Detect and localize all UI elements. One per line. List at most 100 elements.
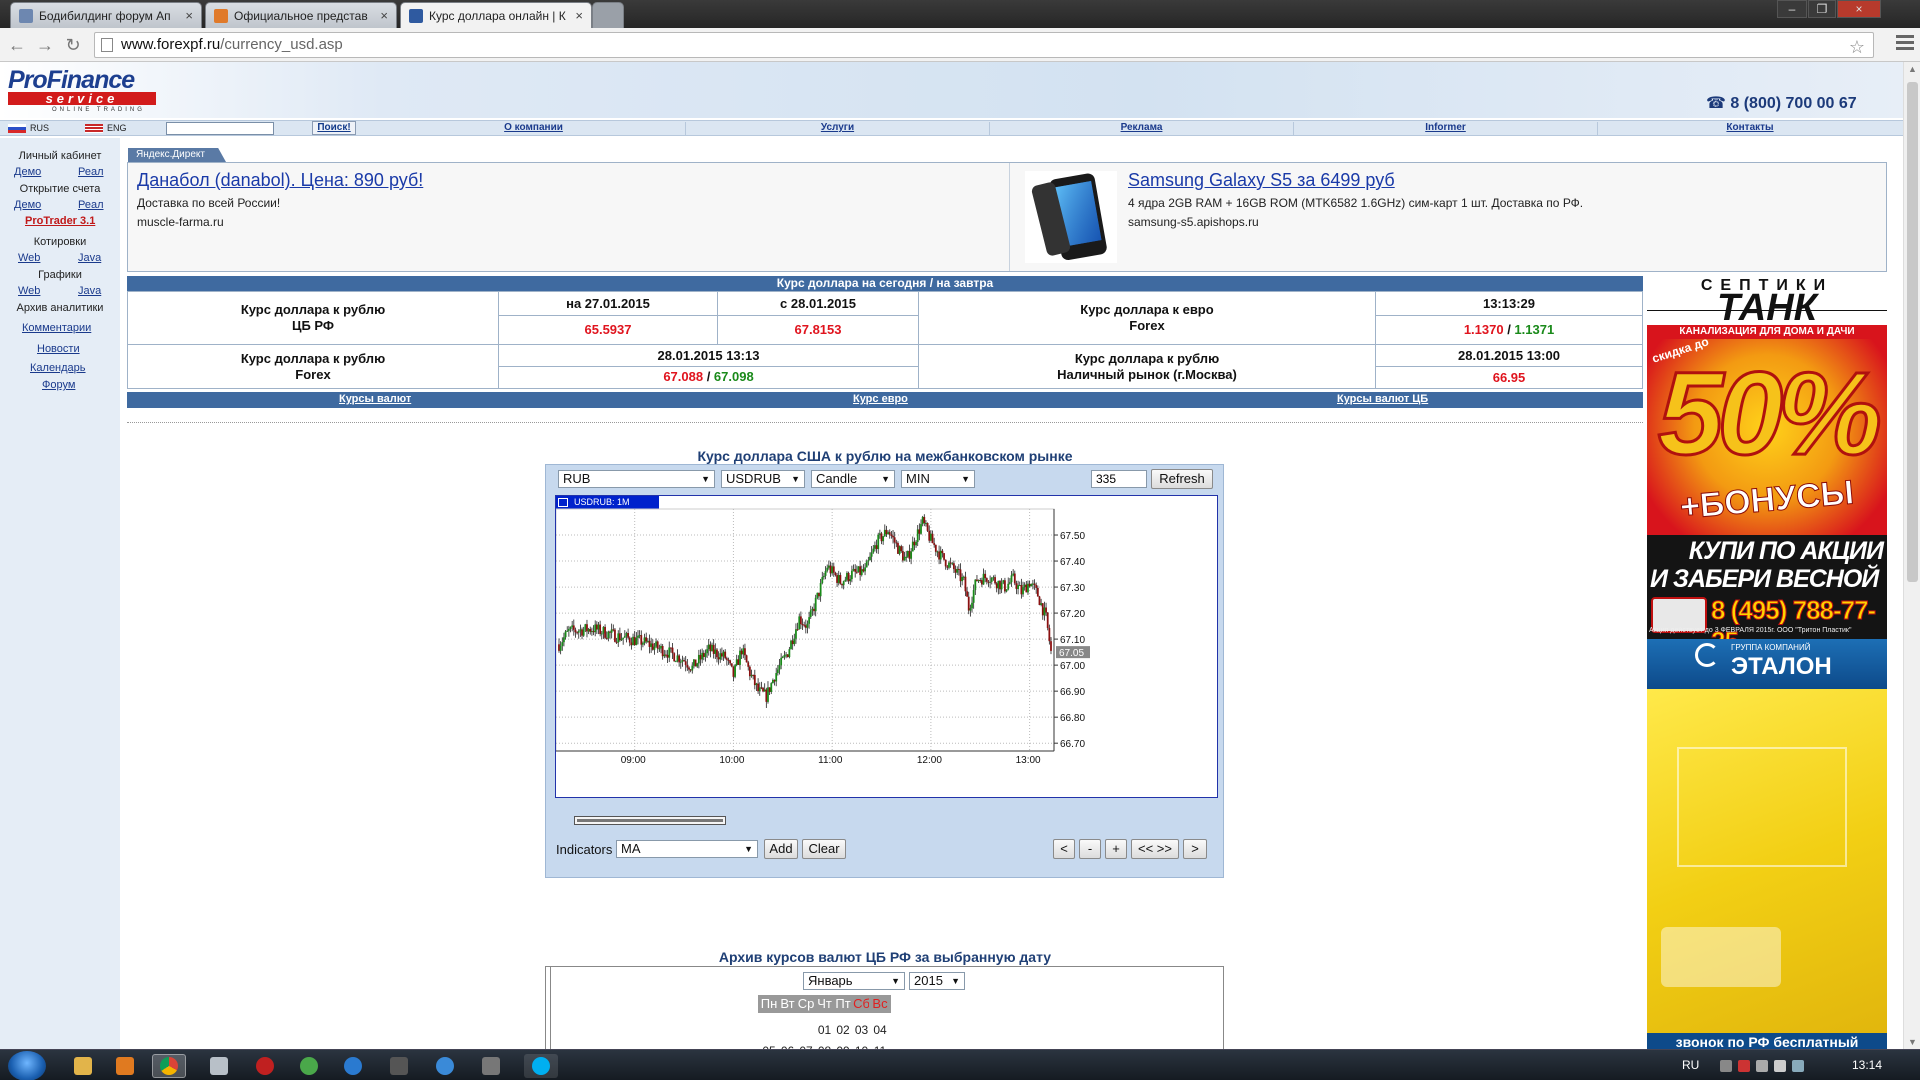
septik-tank-banner[interactable]: СЕПТИКИ ТАНК КАНАЛИЗАЦИЯ ДЛЯ ДОМА И ДАЧИ…	[1647, 277, 1887, 1049]
calendar-day[interactable]: 04	[869, 1023, 891, 1037]
sidebar-calendar[interactable]: Календарь	[30, 362, 86, 374]
link-euro-rate[interactable]: Курс евро	[853, 393, 908, 405]
tray-flag-icon[interactable]	[1738, 1060, 1750, 1072]
search-button[interactable]: Поиск!	[312, 121, 356, 135]
price-chart[interactable]: USDRUB: 1M 67.50 67.40 67.30 67.20 67.10 67.0…	[555, 495, 1218, 825]
sidebar-news[interactable]: Новости	[37, 343, 80, 355]
zoom-out-button[interactable]: -	[1079, 839, 1101, 859]
sidebar-comments[interactable]: Комментарии	[22, 322, 91, 334]
close-icon[interactable]: ×	[380, 8, 388, 23]
scroll-down-icon[interactable]: ▼	[1904, 1037, 1920, 1047]
scroll-up-icon[interactable]: ▲	[1904, 64, 1920, 74]
new-tab-button[interactable]	[592, 2, 624, 28]
browser-tab-active[interactable]: Курс доллара онлайн | К ×	[400, 2, 592, 28]
ad-left-title[interactable]: Данабол (danabol). Цена: 890 руб!	[137, 170, 423, 191]
candle-body	[1025, 584, 1028, 593]
volume-icon[interactable]	[1774, 1060, 1786, 1072]
site-search-input[interactable]	[166, 122, 274, 135]
link-currency-rates[interactable]: Курсы валют	[339, 393, 411, 405]
close-window-button[interactable]: ×	[1837, 0, 1881, 18]
ad-right-title[interactable]: Samsung Galaxy S5 за 6499 руб	[1128, 170, 1395, 191]
sidebar-charts-java[interactable]: Java	[78, 285, 101, 297]
pair-select[interactable]: USDRUB ▼	[721, 470, 805, 488]
chart-scrollbar-thumb[interactable]	[577, 819, 723, 822]
lang-ru[interactable]: RUS	[8, 123, 49, 133]
star-icon[interactable]: ☆	[1849, 35, 1865, 59]
nav-about[interactable]: О компании	[382, 122, 686, 136]
close-icon[interactable]: ×	[185, 8, 193, 23]
check-app-icon[interactable]	[428, 1054, 462, 1078]
profinance-logo[interactable]: ProFinance service ONLINE TRADING	[8, 66, 158, 114]
scrollbar-thumb[interactable]	[1907, 82, 1918, 582]
nav-advertising[interactable]: Реклама	[990, 122, 1294, 136]
restore-button[interactable]: ❐	[1808, 0, 1836, 18]
media-player-icon[interactable]	[108, 1054, 142, 1078]
browser-tab[interactable]: Бодибилдинг форум Ап ×	[10, 2, 202, 28]
game-icon[interactable]	[382, 1054, 416, 1078]
minimize-button[interactable]: –	[1777, 0, 1807, 18]
link-cbr-rates[interactable]: Курсы валют ЦБ	[1337, 393, 1428, 405]
forward-arrow-icon[interactable]: →	[34, 34, 56, 56]
candle-body	[737, 659, 740, 665]
chart-type-select[interactable]: Candle ▼	[811, 470, 895, 488]
candle-body	[668, 647, 671, 658]
skype-icon[interactable]	[524, 1054, 558, 1078]
calculator-icon[interactable]	[202, 1054, 236, 1078]
clear-indicators-button[interactable]: Clear	[802, 839, 846, 859]
page-scrollbar[interactable]: ▲ ▼	[1903, 62, 1920, 1049]
network-status-icon[interactable]	[1756, 1060, 1768, 1072]
candle-body	[948, 562, 950, 568]
cbr-label: Курс доллара к рублю ЦБ РФ	[128, 292, 499, 345]
sidebar-account-demo[interactable]: Демо	[14, 199, 41, 211]
candle-body	[702, 652, 705, 657]
sidebar-quotes-web[interactable]: Web	[18, 252, 40, 264]
sidebar-cabinet-real[interactable]: Реал	[78, 166, 104, 178]
browser-tab[interactable]: Официальное представ ×	[205, 2, 397, 28]
tools-icon[interactable]	[474, 1054, 508, 1078]
sidebar-charts-web[interactable]: Web	[18, 285, 40, 297]
torrent-icon[interactable]	[292, 1054, 326, 1078]
network-icon[interactable]	[336, 1054, 370, 1078]
chrome-icon[interactable]	[152, 1054, 186, 1078]
year-select[interactable]: 2015 ▼	[909, 972, 965, 990]
back-arrow-icon[interactable]: ←	[6, 34, 28, 56]
sidebar-forum[interactable]: Форум	[42, 379, 75, 391]
tray-arrow-icon[interactable]	[1720, 1060, 1732, 1072]
scroll-left-button[interactable]: <	[1053, 839, 1075, 859]
candle-body	[913, 541, 916, 546]
sidebar-cabinet-demo[interactable]: Демо	[14, 166, 41, 178]
menu-icon[interactable]	[1896, 35, 1914, 51]
fit-all-button[interactable]: << >>	[1131, 839, 1179, 859]
explorer-icon[interactable]	[66, 1054, 100, 1078]
sidebar-quotes-java[interactable]: Java	[78, 252, 101, 264]
lang-en[interactable]: ENG	[85, 123, 127, 133]
ad-right-domain[interactable]: samsung-s5.apishops.ru	[1128, 215, 1259, 229]
banner-window-decor	[1677, 747, 1847, 867]
refresh-button[interactable]: Refresh	[1151, 469, 1213, 489]
indicator-select[interactable]: MA ▼	[616, 840, 758, 858]
month-select[interactable]: Январь ▼	[803, 972, 905, 990]
bars-count-input[interactable]: 335	[1091, 470, 1147, 488]
scroll-right-button[interactable]: >	[1183, 839, 1207, 859]
period-select[interactable]: MIN ▼	[901, 470, 975, 488]
address-bar[interactable]: www.forexpf.ru/currency_usd.asp ☆	[94, 32, 1874, 58]
close-icon[interactable]: ×	[575, 8, 583, 23]
nav-services[interactable]: Услуги	[686, 122, 990, 136]
candle-body	[637, 635, 639, 638]
sidebar-protrader[interactable]: ProTrader 3.1	[25, 215, 95, 227]
app-icon[interactable]	[248, 1054, 282, 1078]
chart-scrollbar[interactable]	[574, 816, 726, 825]
windows-start-button[interactable]	[8, 1051, 46, 1080]
sidebar-archive[interactable]: Архив аналитики	[0, 302, 120, 314]
add-indicator-button[interactable]: Add	[764, 839, 798, 859]
sidebar-account-real[interactable]: Реал	[78, 199, 104, 211]
tray-app-icon[interactable]	[1792, 1060, 1804, 1072]
zoom-in-button[interactable]: +	[1105, 839, 1127, 859]
currency-select[interactable]: RUB ▼	[558, 470, 715, 488]
language-indicator[interactable]: RU	[1682, 1058, 1699, 1072]
smartphone-image[interactable]	[1025, 171, 1117, 263]
reload-icon[interactable]: ↻	[62, 34, 84, 56]
ad-left-domain[interactable]: muscle-farma.ru	[137, 215, 224, 229]
nav-contacts[interactable]: Контакты	[1598, 122, 1902, 136]
nav-informer[interactable]: Informer	[1294, 122, 1598, 136]
